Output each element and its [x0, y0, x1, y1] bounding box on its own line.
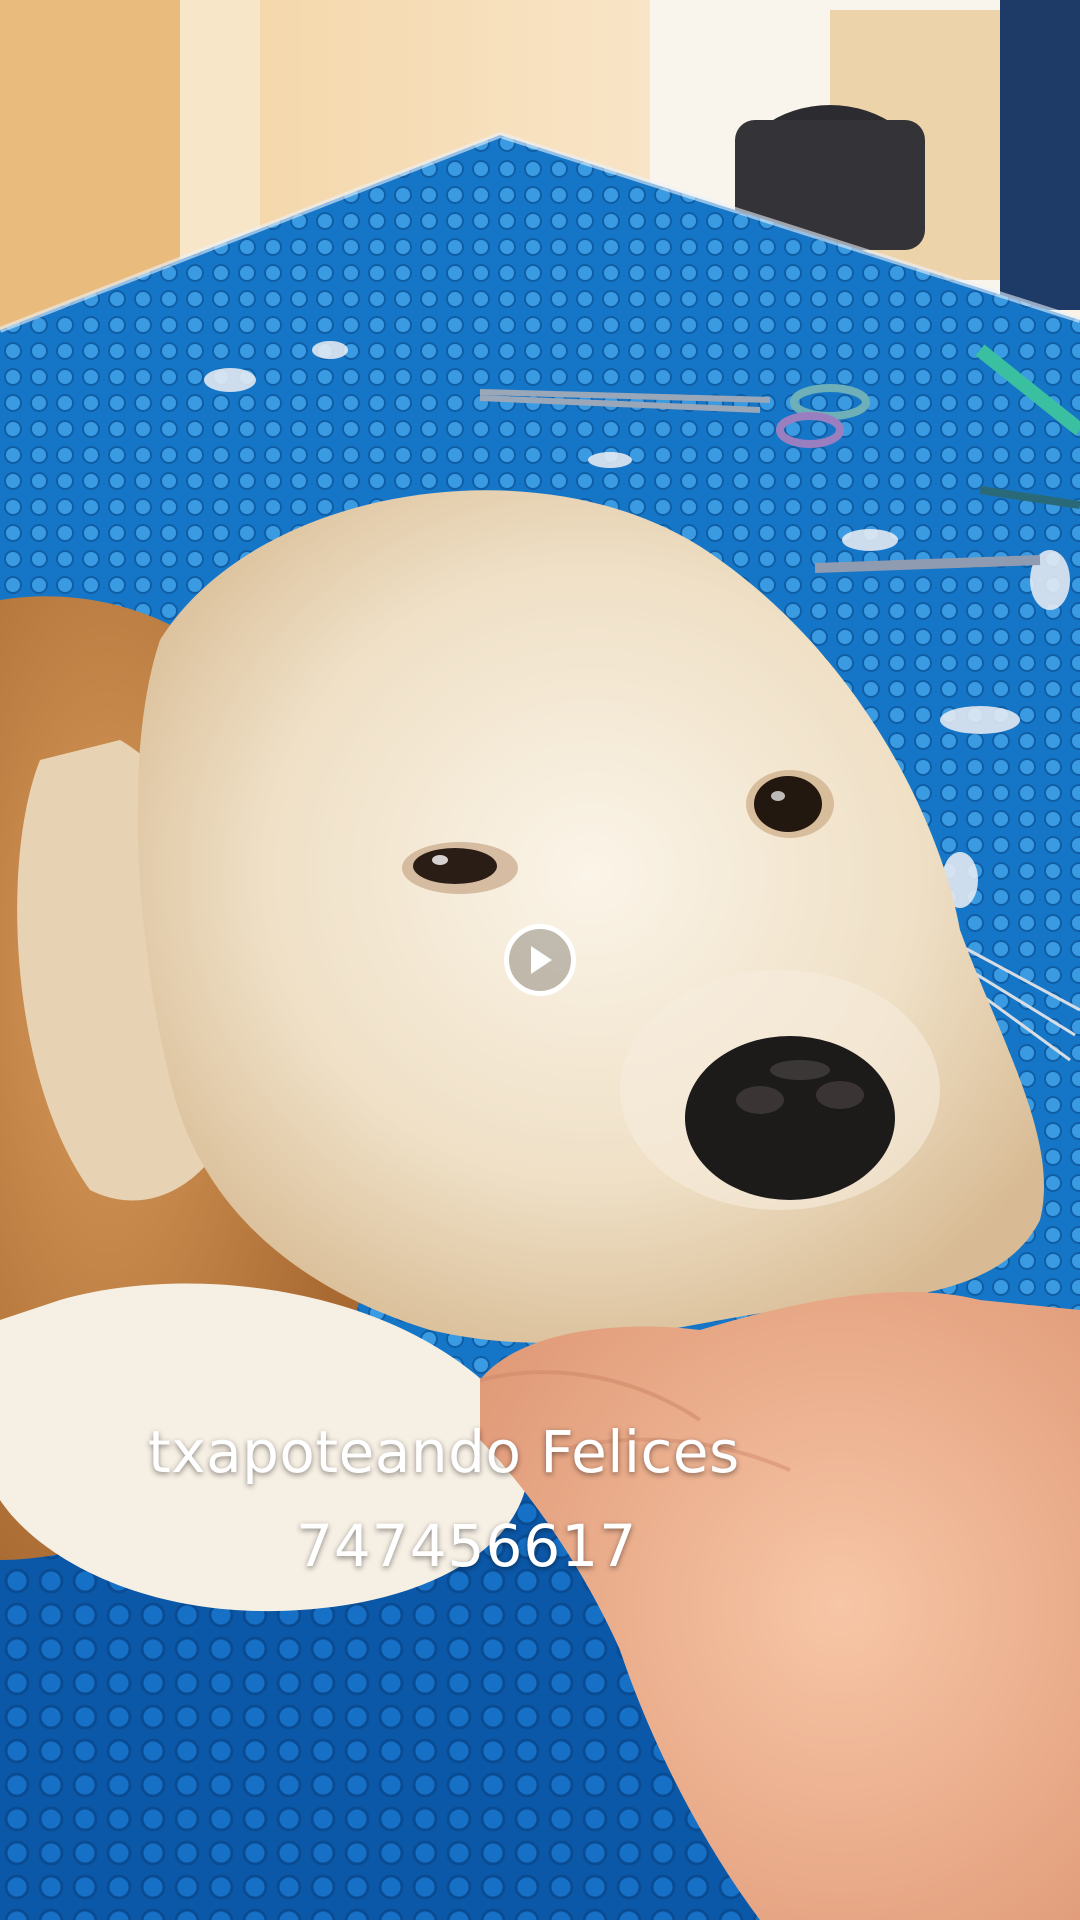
play-button[interactable] — [504, 924, 576, 996]
video-caption-title: txapoteando Felices — [148, 1418, 740, 1486]
video-caption-phone: 747456617 — [296, 1512, 638, 1580]
video-screen[interactable]: txapoteando Felices 747456617 — [0, 0, 1080, 1920]
play-icon — [531, 946, 552, 974]
